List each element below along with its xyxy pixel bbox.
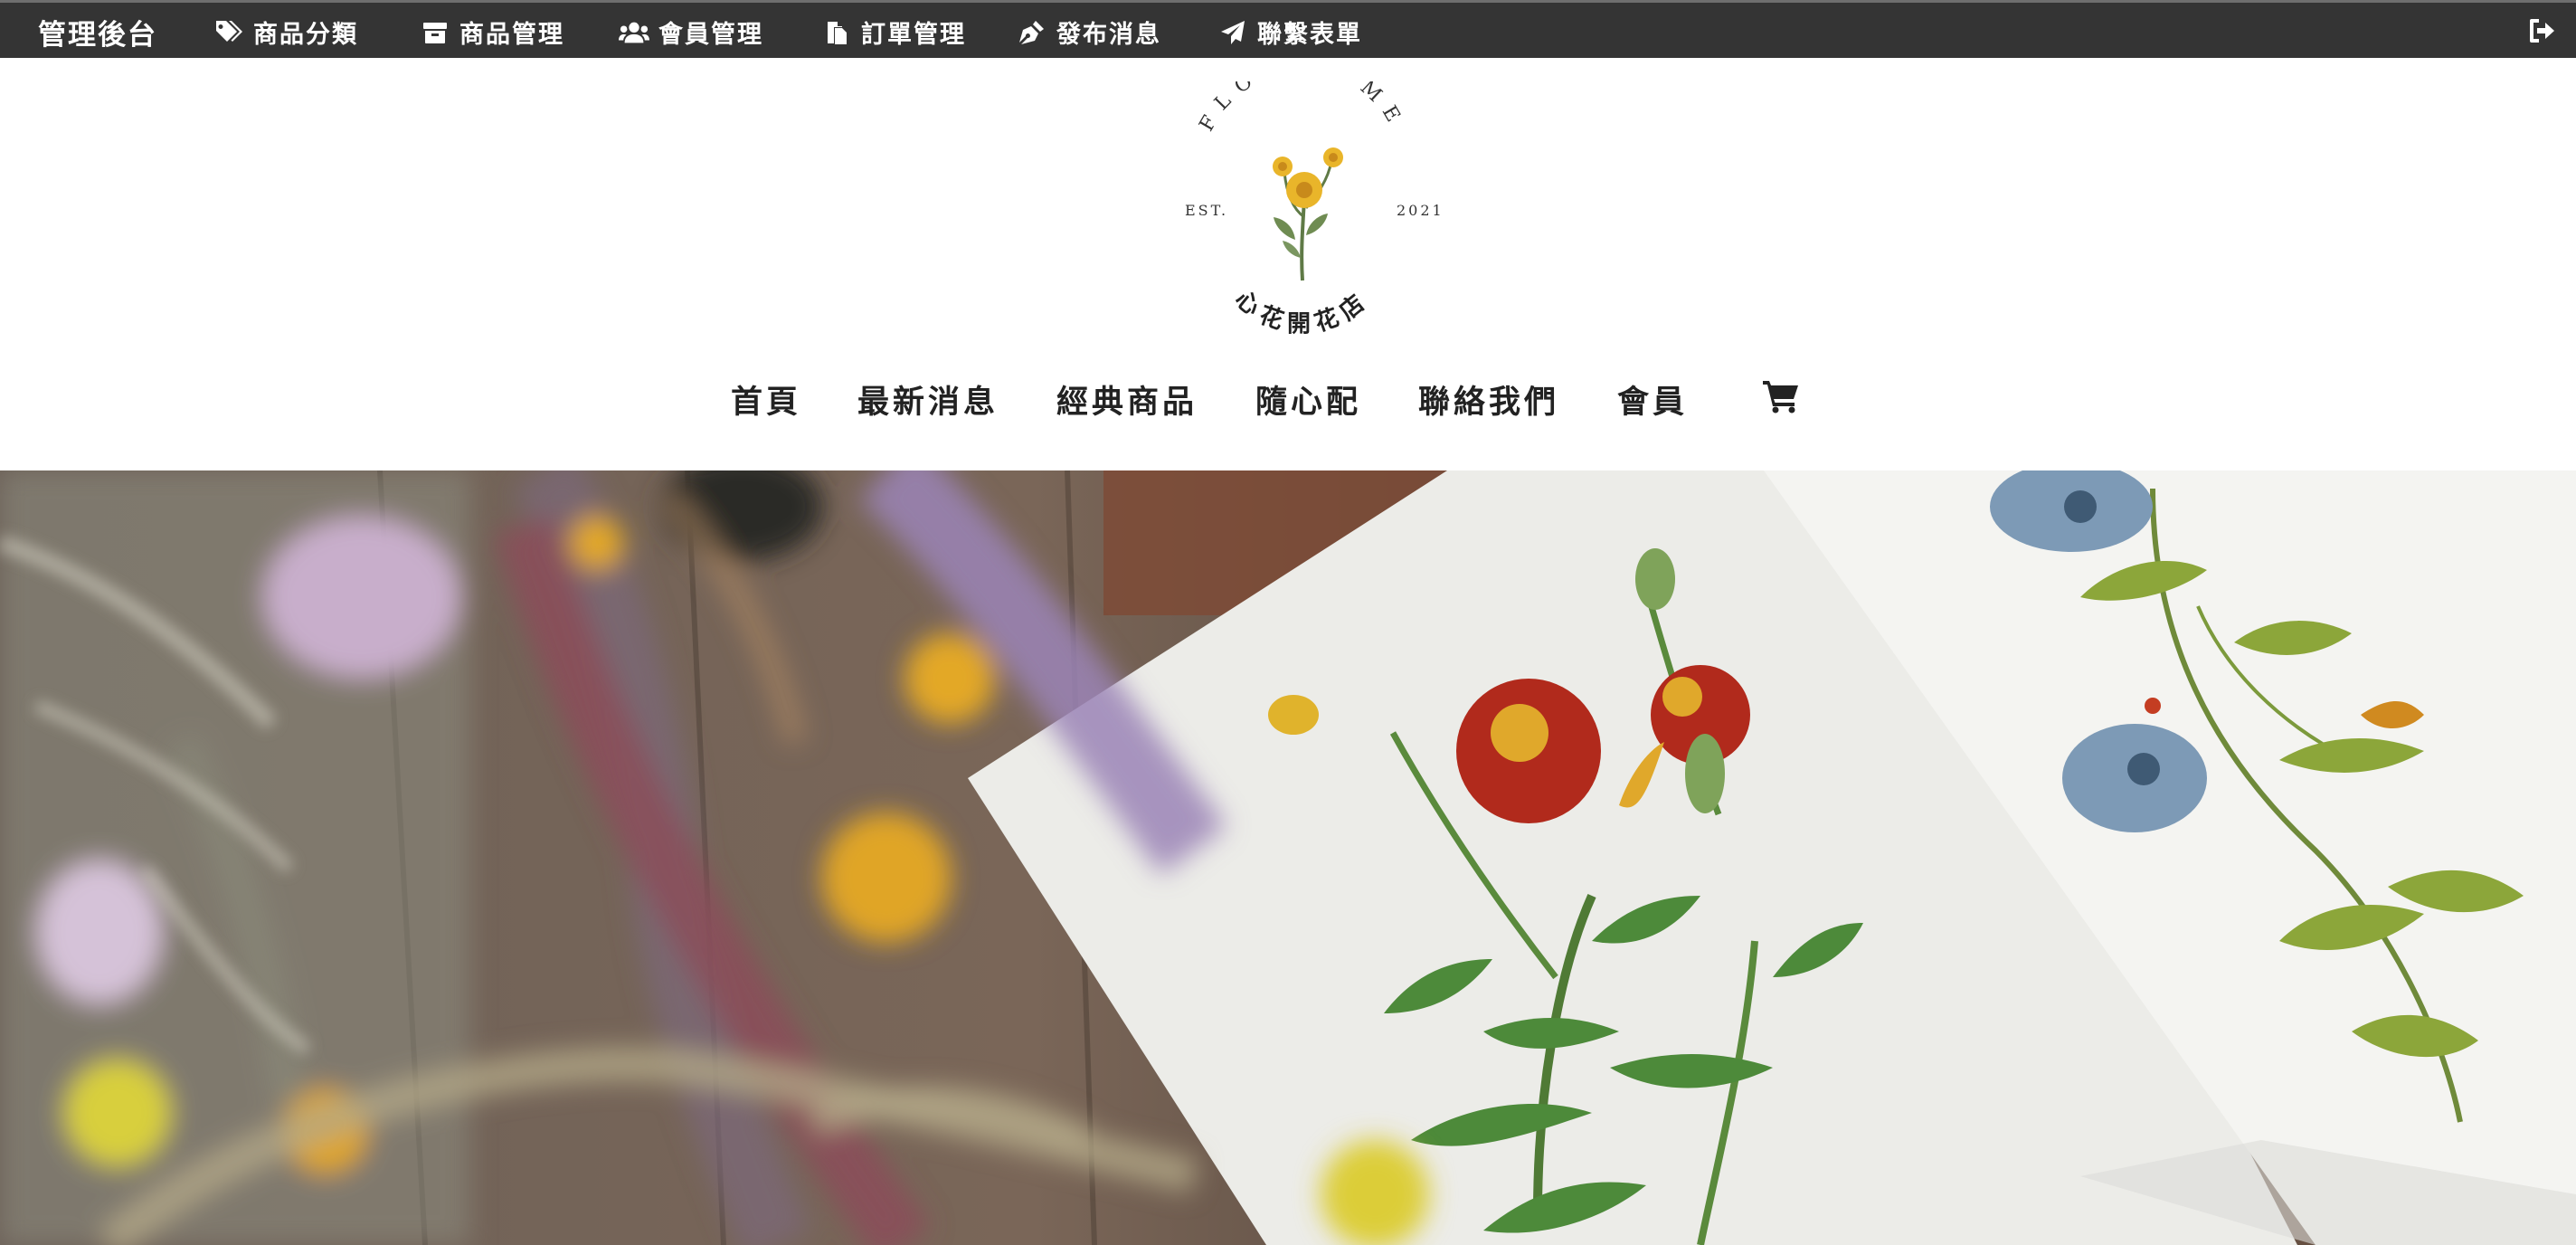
nav-contact[interactable]: 聯絡我們 xyxy=(1418,376,1559,423)
admin-nav-members[interactable]: 會員管理 xyxy=(619,14,763,50)
admin-brand[interactable]: 管理後台 xyxy=(38,12,157,52)
logo-year: 2021 xyxy=(1397,202,1444,219)
admin-nav-products[interactable]: 商品管理 xyxy=(420,14,564,50)
admin-nav-label: 訂單管理 xyxy=(861,21,966,49)
nav-custom-bouquet[interactable]: 隨心配 xyxy=(1255,376,1361,423)
admin-nav-label: 會員管理 xyxy=(658,21,763,49)
logo-shop-name: 心花開花店 xyxy=(1229,286,1368,338)
nav-products[interactable]: 經典商品 xyxy=(1056,376,1198,423)
admin-nav-label: 發布消息 xyxy=(1056,21,1161,49)
tags-icon xyxy=(213,17,244,48)
flower-illustration xyxy=(1273,147,1343,281)
admin-nav-label: 商品管理 xyxy=(459,21,564,49)
copy-icon xyxy=(821,17,852,48)
main-nav: 首頁 最新消息 經典商品 隨心配 聯絡我們 會員 xyxy=(0,376,2576,431)
archive-box-icon xyxy=(420,17,450,48)
admin-nav-label: 聯繫表單 xyxy=(1257,21,1362,49)
logo-est: EST. xyxy=(1185,202,1228,219)
shopping-cart-icon[interactable] xyxy=(1762,378,1800,416)
svg-text:FLOWER ME: FLOWER ME xyxy=(1196,81,1410,136)
nav-news[interactable]: 最新消息 xyxy=(857,376,999,423)
logo-arc-text: FLOWER ME xyxy=(1196,55,1399,136)
hero-banner-image xyxy=(0,470,2576,1245)
admin-nav-label: 商品分類 xyxy=(253,21,358,49)
paper-plane-icon xyxy=(1217,17,1248,48)
sign-out-icon[interactable] xyxy=(2527,15,2560,48)
admin-nav-contact-forms[interactable]: 聯繫表單 xyxy=(1217,14,1362,50)
admin-nav-orders[interactable]: 訂單管理 xyxy=(821,14,966,50)
admin-top-bar: 管理後台 商品分類 商品管理 會員管理 訂單管理 發布消息 聯繫表單 xyxy=(0,0,2576,58)
nav-home[interactable]: 首頁 xyxy=(731,376,801,423)
site-logo[interactable]: FLOWER ME EST. 2021 心花開花店 xyxy=(1151,55,1454,344)
nav-member[interactable]: 會員 xyxy=(1617,376,1688,423)
admin-nav-news[interactable]: 發布消息 xyxy=(1017,14,1161,50)
svg-text:心花開花店: 心花開花店 xyxy=(1229,286,1375,338)
admin-nav-categories[interactable]: 商品分類 xyxy=(213,14,358,50)
users-icon xyxy=(619,17,649,48)
pen-nib-icon xyxy=(1017,17,1047,48)
